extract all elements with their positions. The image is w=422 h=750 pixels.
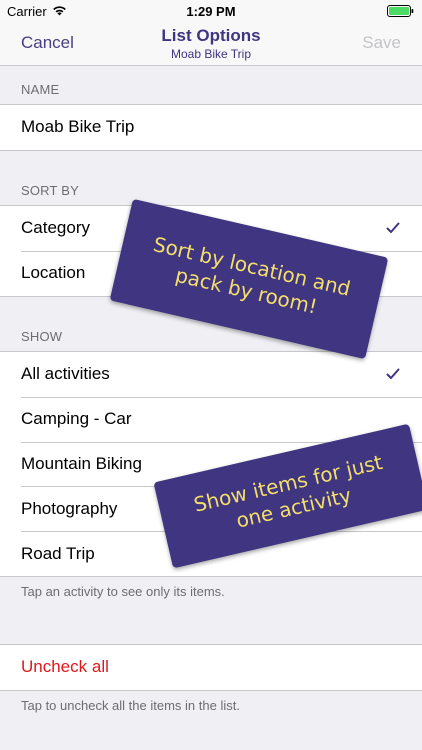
uncheck-section-footer: Tap to uncheck all the items in the list… — [21, 698, 240, 713]
sort-option-label: Location — [21, 263, 86, 283]
status-time: 1:29 PM — [186, 4, 236, 19]
checkmark-icon — [386, 220, 400, 234]
name-group: Moab Bike Trip — [0, 104, 422, 151]
battery-icon — [387, 5, 414, 17]
show-section-header: SHOW — [21, 329, 63, 344]
navigation-bar: Cancel List Options Moab Bike Trip Save — [0, 22, 422, 66]
show-option-label: Photography — [21, 498, 118, 518]
show-option-all-activities[interactable]: All activities — [0, 352, 422, 397]
status-bar: Carrier 1:29 PM — [0, 0, 422, 22]
page-title: List Options — [161, 26, 261, 45]
uncheck-all-button[interactable]: Uncheck all — [0, 645, 422, 690]
show-option-label: All activities — [21, 364, 110, 384]
uncheck-group: Uncheck all — [0, 644, 422, 691]
checkmark-icon — [386, 366, 400, 380]
sort-section-header: SORT BY — [21, 183, 79, 198]
sort-option-label: Category — [21, 218, 90, 238]
name-section-header: NAME — [21, 82, 60, 97]
page-subtitle: Moab Bike Trip — [170, 47, 252, 61]
name-field-value: Moab Bike Trip — [21, 117, 135, 137]
show-option-label: Mountain Biking — [21, 453, 142, 473]
list-options-screen: Carrier 1:29 PM Cancel List Options Moab… — [0, 0, 422, 750]
show-section-footer: Tap an activity to see only its items. — [21, 584, 225, 599]
show-option-label: Road Trip — [21, 543, 95, 563]
save-button[interactable]: Save — [362, 33, 401, 53]
uncheck-all-label: Uncheck all — [21, 657, 109, 677]
name-field[interactable]: Moab Bike Trip — [0, 105, 422, 150]
show-option-label: Camping - Car — [21, 409, 132, 429]
